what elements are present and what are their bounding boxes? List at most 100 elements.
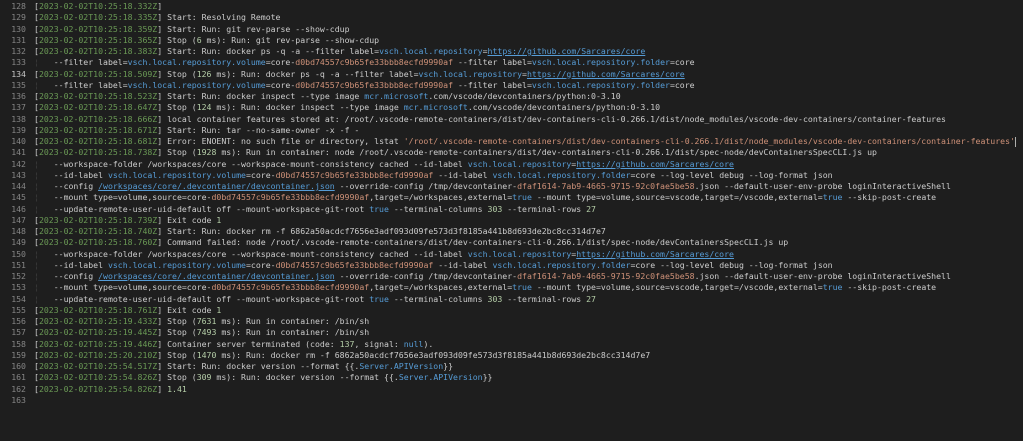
timestamp: 2023-02-02T10:25:18.365Z [38,34,158,45]
line-content: [2023-02-02T10:25:19.445Z] Stop (7493 ms… [34,327,1023,338]
log-line[interactable]: 137 [2023-02-02T10:25:18.647Z] Stop (124 … [0,102,1023,113]
log-line[interactable]: 163 [0,395,1023,406]
log-line[interactable]: 151 ¦ --id-label vsch.local.repository.vo… [0,260,1023,271]
link[interactable]: https://github.com/Sarcares/core [576,249,734,259]
log-line[interactable]: 146 ¦ --update-remote-user-uid-default of… [0,204,1023,215]
link[interactable]: https://github.com/Sarcares/core [576,159,734,169]
label-key: vsch.local.repository [418,68,523,79]
log-text: --config [53,271,99,281]
line-number: 151 [11,259,26,270]
timestamp: 2023-02-02T10:25:19.433Z [38,316,158,326]
line-number: 130 [11,23,26,34]
log-line[interactable]: 147 [2023-02-02T10:25:18.739Z] Exit code … [0,215,1023,226]
log-line[interactable]: 143 ¦ --id-label vsch.local.repository.vo… [0,170,1023,181]
log-output-editor[interactable]: 128 [2023-02-02T10:25:18.332Z] 129 [2023-02… [0,0,1023,441]
log-line[interactable]: 154 ¦ --update-remote-user-uid-default of… [0,294,1023,305]
log-line[interactable]: 150 ¦ --workspace-folder /workspaces/core… [0,249,1023,260]
log-line[interactable]: 130 [2023-02-02T10:25:18.359Z] Start: Run… [0,24,1023,35]
line-content: [2023-02-02T10:25:18.365Z] Stop (6 ms): … [34,35,1023,46]
label-key: vsch.local.repository.folder [531,57,670,68]
log-line[interactable]: 159 [2023-02-02T10:25:20.210Z] Stop (1470… [0,350,1023,361]
link[interactable]: /workspaces/core/.devcontainer/devcontai… [98,271,335,281]
number-value: 303 [487,203,503,214]
timestamp: 2023-02-02T10:25:18.671Z [38,124,158,135]
log-line[interactable]: 160 [2023-02-02T10:25:54.517Z] Start: Run… [0,361,1023,372]
label-key: vsch.local.repository [467,158,572,169]
line-content: [2023-02-02T10:25:19.433Z] Stop (7631 ms… [34,316,1023,327]
log-line[interactable]: 153 ¦ --mount type=volume,source=core-d0b… [0,282,1023,293]
log-line[interactable]: 141 [2023-02-02T10:25:18.738Z] Stop (1928… [0,147,1023,158]
line-content: ¦ --filter label=vsch.local.repository.v… [34,57,1023,68]
line-number: 132 [11,46,26,56]
line-number: 159 [11,349,26,360]
log-text: --mount type=volume,source=core- [53,192,212,203]
log-text: ] Stop ( [157,327,197,338]
timestamp: 2023-02-02T10:25:18.509Z [38,68,158,79]
log-line[interactable]: 158 [2023-02-02T10:25:19.446Z] Container … [0,339,1023,350]
log-text: ] Stop ( [157,68,197,79]
log-text: --workspace-folder /workspaces/core --wo… [53,248,468,259]
log-line[interactable]: 149 [2023-02-02T10:25:18.760Z] Command fa… [0,237,1023,248]
line-number: 147 [11,214,26,225]
log-line[interactable]: 140 [2023-02-02T10:25:18.681Z] Error: ENO… [0,136,1023,147]
log-text: --workspace-folder /workspaces/core --wo… [53,158,468,169]
log-text: ] Stop ( [157,102,197,113]
log-text: ). [423,338,434,349]
log-line[interactable]: 128 [2023-02-02T10:25:18.332Z] [0,1,1023,12]
line-number: 156 [11,316,26,326]
log-line[interactable]: 135 ¦ --filter label=vsch.local.repositor… [0,80,1023,91]
log-text: ] Start: Run: tar --no-same-owner -x -f … [157,124,360,135]
log-line[interactable]: 155 [2023-02-02T10:25:18.761Z] Exit code … [0,305,1023,316]
line-content: [2023-02-02T10:25:18.335Z] Start: Resolv… [34,12,1023,23]
line-content: [2023-02-02T10:25:18.509Z] Stop (126 ms)… [34,69,1023,80]
indent-guide: ¦ [34,192,54,203]
timestamp: 2023-02-02T10:25:19.446Z [38,338,158,349]
string-value: d0bd74557c9b65fe33bbb8ecfd9990af [295,79,454,90]
label-key: true [822,192,843,203]
log-text: ,target=/workspaces,external= [369,282,513,293]
log-text: =core --log-level debug --log-format jso… [630,259,833,270]
link[interactable]: https://github.com/Sarcares/core [488,46,646,56]
log-text: ] Stop ( [157,316,197,326]
log-line[interactable]: 161 [2023-02-02T10:25:54.826Z] Stop (309 … [0,372,1023,383]
timestamp: 2023-02-02T10:25:18.332Z [38,1,158,11]
log-line[interactable]: 148 [2023-02-02T10:25:18.740Z] Start: Run… [0,226,1023,237]
log-text: ] Command failed: node /root/.vscode-rem… [157,237,789,248]
log-line[interactable]: 132 [2023-02-02T10:25:18.383Z] Start: Run… [0,46,1023,57]
link[interactable]: /workspaces/core/.devcontainer/devcontai… [98,181,335,191]
log-line[interactable]: 157 [2023-02-02T10:25:19.445Z] Stop (7493… [0,327,1023,338]
timestamp: 2023-02-02T10:25:18.383Z [38,46,158,56]
log-line[interactable]: 129 [2023-02-02T10:25:18.335Z] Start: Res… [0,12,1023,23]
log-line[interactable]: 138 [2023-02-02T10:25:18.666Z] local cont… [0,114,1023,125]
line-number: 143 [11,169,26,180]
line-content: ¦ --workspace-folder /workspaces/core --… [34,249,1023,260]
log-text: --id-label [53,169,108,180]
log-text: ] Exit code [157,304,217,315]
log-line[interactable]: 162 [2023-02-02T10:25:54.826Z] 1.41 [0,384,1023,395]
log-line[interactable]: 156 [2023-02-02T10:25:19.433Z] Stop (7631… [0,316,1023,327]
log-line[interactable]: 144 ¦ --config /workspaces/core/.devconta… [0,181,1023,192]
log-line[interactable]: 139 [2023-02-02T10:25:18.671Z] Start: Run… [0,125,1023,136]
log-text: ] [157,1,163,11]
log-line[interactable]: 145 ¦ --mount type=volume,source=core-d0b… [0,192,1023,203]
log-line[interactable]: 152 ¦ --config /workspaces/core/.devconta… [0,271,1023,282]
log-text: }} [443,361,454,371]
log-text: .json --default-user-env-probe loginInte… [694,181,951,191]
log-line[interactable]: 131 [2023-02-02T10:25:18.365Z] Stop (6 ms… [0,35,1023,46]
number-value: 1470 [196,349,217,360]
timestamp: 2023-02-02T10:25:18.359Z [38,23,158,34]
log-line[interactable]: 133 ¦ --filter label=vsch.local.repositor… [0,57,1023,68]
log-line[interactable]: 134 [2023-02-02T10:25:18.509Z] Stop (126 … [0,69,1023,80]
log-text: ms): Run in container: /bin/sh [216,327,370,338]
timestamp: 2023-02-02T10:25:18.760Z [38,237,158,248]
line-content: ¦ --mount type=volume,source=core-d0bd74… [34,192,1023,203]
log-line[interactable]: 142 ¦ --workspace-folder /workspaces/core… [0,159,1023,170]
line-number: 160 [11,361,26,371]
line-content: ¦ --filter label=vsch.local.repository.v… [34,80,1023,91]
line-content: [2023-02-02T10:25:18.359Z] Start: Run: g… [34,24,1023,35]
label-key: vsch.local.repository [379,46,483,56]
log-text: --filter label= [453,79,532,90]
link[interactable]: https://github.com/Sarcares/core [527,69,685,79]
log-line[interactable]: 136 [2023-02-02T10:25:18.523Z] Start: Run… [0,91,1023,102]
line-number: 139 [11,124,26,135]
